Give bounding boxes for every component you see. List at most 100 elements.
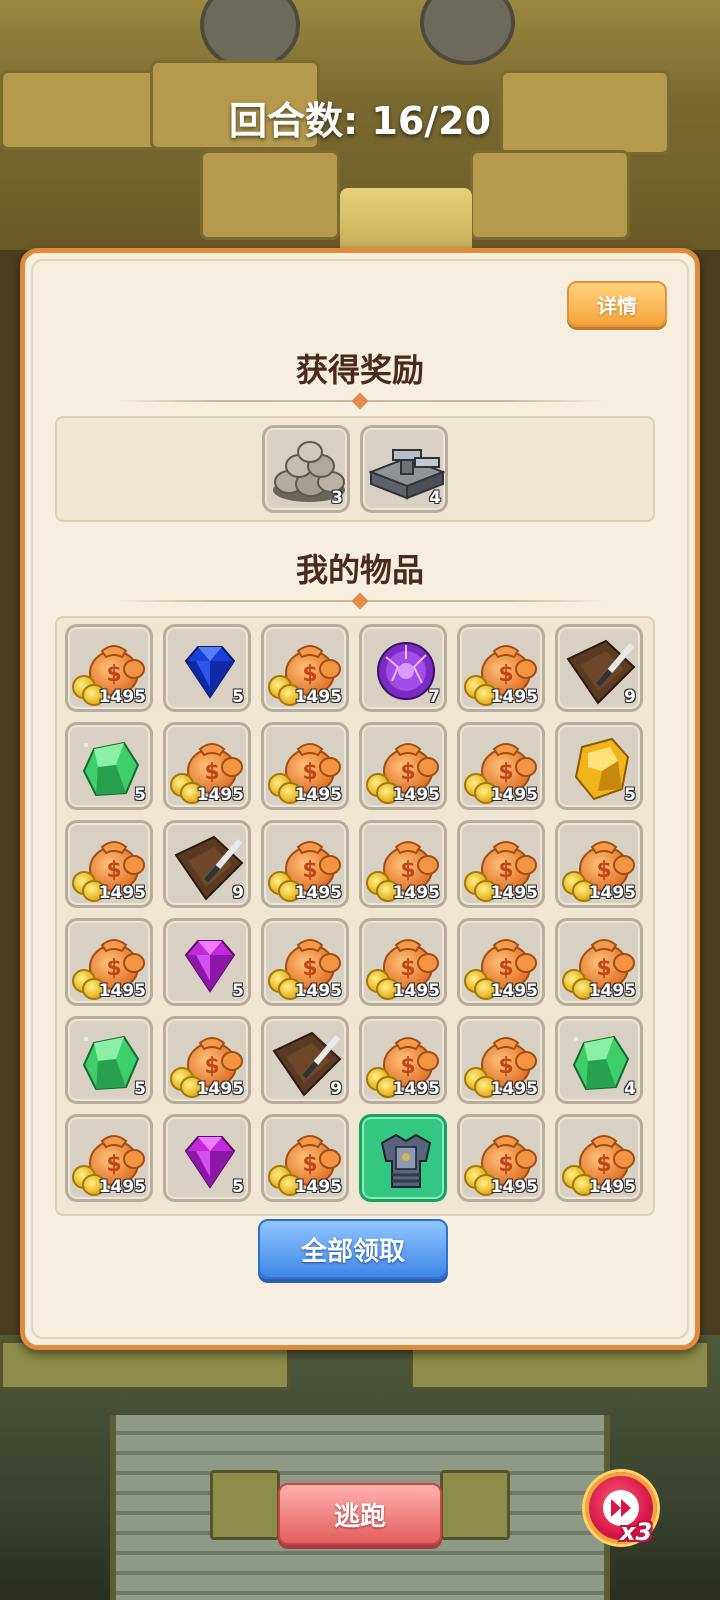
item-count: 1495 <box>294 883 342 903</box>
stone-block <box>210 1470 280 1540</box>
item-count: 1495 <box>490 1177 538 1197</box>
inventory-slot[interactable]: 9 <box>261 1016 349 1104</box>
inventory-slot[interactable]: $ 1495 <box>457 1114 545 1202</box>
item-count: 1495 <box>490 785 538 805</box>
item-count: 1495 <box>490 687 538 707</box>
item-count: 9 <box>624 687 636 707</box>
svg-text:$: $ <box>498 956 513 981</box>
sandstone-block <box>470 150 630 240</box>
svg-text:$: $ <box>400 956 415 981</box>
item-count: 1495 <box>392 785 440 805</box>
inventory-slot[interactable]: $ 1495 <box>65 1114 153 1202</box>
inventory-slot[interactable]: 9 <box>163 820 251 908</box>
svg-text:$: $ <box>498 760 513 785</box>
items-grid[interactable]: $ 1495 5 $ 1495 7 $ 1495 9 5 $ 1495 $ 14… <box>55 616 655 1216</box>
sandstone-block <box>200 150 340 240</box>
reward-panel: 详情 获得奖励 3 4 我的物品 $ 1495 5 $ 1495 7 $ 149… <box>20 248 700 1350</box>
item-count: 4 <box>624 1079 636 1099</box>
inventory-slot[interactable]: 5 <box>555 722 643 810</box>
inventory-slot[interactable]: $ 1495 <box>163 722 251 810</box>
svg-text:$: $ <box>302 858 317 883</box>
inventory-slot[interactable]: 5 <box>163 1114 251 1202</box>
svg-text:$: $ <box>302 760 317 785</box>
item-count: 1495 <box>392 883 440 903</box>
svg-text:$: $ <box>204 760 219 785</box>
item-count: 1495 <box>490 1079 538 1099</box>
inventory-slot[interactable]: $ 1495 <box>261 624 349 712</box>
svg-text:$: $ <box>106 956 121 981</box>
svg-text:$: $ <box>498 1054 513 1079</box>
inventory-slot[interactable]: $ 1495 <box>359 722 447 810</box>
svg-text:$: $ <box>302 956 317 981</box>
inventory-slot[interactable]: $ 1495 <box>555 918 643 1006</box>
inventory-slot[interactable]: 9 <box>555 624 643 712</box>
svg-text:$: $ <box>106 662 121 687</box>
inventory-slot[interactable]: $ 1495 <box>65 820 153 908</box>
svg-text:$: $ <box>106 858 121 883</box>
inventory-slot[interactable]: $ 1495 <box>359 820 447 908</box>
inventory-slot[interactable]: 5 <box>163 624 251 712</box>
item-count: 1495 <box>294 687 342 707</box>
item-count: 3 <box>331 488 343 508</box>
svg-text:$: $ <box>302 662 317 687</box>
inventory-slot[interactable]: $ 1495 <box>261 918 349 1006</box>
item-count: 1495 <box>196 1079 244 1099</box>
flee-button[interactable]: 逃跑 <box>278 1483 442 1545</box>
reward-slot[interactable]: 3 <box>262 425 350 513</box>
inventory-slot[interactable]: $ 1495 <box>65 624 153 712</box>
item-count: 5 <box>232 1177 244 1197</box>
inventory-slot[interactable]: 4 <box>555 1016 643 1104</box>
rewards-box: 3 4 <box>55 416 655 522</box>
stone-block <box>440 1470 510 1540</box>
item-count: 1495 <box>490 981 538 1001</box>
item-count: 1495 <box>392 1079 440 1099</box>
item-count: 1495 <box>98 981 146 1001</box>
svg-text:$: $ <box>498 1152 513 1177</box>
svg-text:$: $ <box>400 858 415 883</box>
svg-text:$: $ <box>400 760 415 785</box>
svg-text:$: $ <box>204 1054 219 1079</box>
inventory-slot[interactable]: $ 1495 <box>457 624 545 712</box>
inventory-slot[interactable]: $ 1495 <box>555 1114 643 1202</box>
inventory-slot[interactable]: 5 <box>65 722 153 810</box>
svg-text:$: $ <box>498 662 513 687</box>
item-count: 5 <box>232 687 244 707</box>
inventory-slot[interactable] <box>359 1114 447 1202</box>
claim-all-button[interactable]: 全部领取 <box>258 1219 448 1279</box>
inventory-slot[interactable]: $ 1495 <box>457 918 545 1006</box>
svg-text:$: $ <box>106 1152 121 1177</box>
item-count: 5 <box>624 785 636 805</box>
inventory-slot[interactable]: $ 1495 <box>457 820 545 908</box>
inventory-slot[interactable]: $ 1495 <box>457 722 545 810</box>
item-count: 1495 <box>294 981 342 1001</box>
inventory-slot[interactable]: 5 <box>65 1016 153 1104</box>
inventory-slot[interactable]: $ 1495 <box>457 1016 545 1104</box>
item-count: 1495 <box>196 785 244 805</box>
inventory-slot[interactable]: $ 1495 <box>261 722 349 810</box>
item-count: 1495 <box>294 785 342 805</box>
item-count: 7 <box>428 687 440 707</box>
temple-doorway <box>340 188 472 250</box>
reward-slot[interactable]: 4 <box>360 425 448 513</box>
inventory-slot[interactable]: $ 1495 <box>359 1016 447 1104</box>
item-count: 9 <box>232 883 244 903</box>
inventory-slot[interactable]: $ 1495 <box>65 918 153 1006</box>
item-count: 5 <box>232 981 244 1001</box>
item-count: 1495 <box>98 883 146 903</box>
item-count: 1495 <box>392 981 440 1001</box>
inventory-slot[interactable]: $ 1495 <box>261 1114 349 1202</box>
svg-text:$: $ <box>596 956 611 981</box>
item-count: 1495 <box>490 883 538 903</box>
item-count: 1495 <box>98 687 146 707</box>
item-count: 1495 <box>588 981 636 1001</box>
inventory-slot[interactable]: 7 <box>359 624 447 712</box>
inventory-slot[interactable]: $ 1495 <box>359 918 447 1006</box>
svg-text:$: $ <box>498 858 513 883</box>
inventory-slot[interactable]: 5 <box>163 918 251 1006</box>
item-count: 1495 <box>294 1177 342 1197</box>
inventory-slot[interactable]: $ 1495 <box>555 820 643 908</box>
details-button[interactable]: 详情 <box>567 281 667 327</box>
inventory-slot[interactable]: $ 1495 <box>163 1016 251 1104</box>
armor-icon <box>380 1133 432 1188</box>
inventory-slot[interactable]: $ 1495 <box>261 820 349 908</box>
